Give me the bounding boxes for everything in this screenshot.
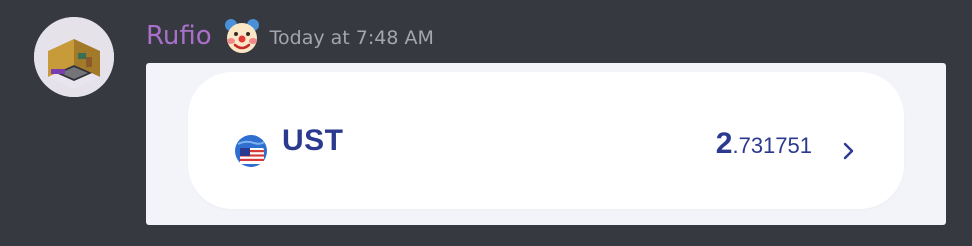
token-amount-integer: 2 [715, 127, 733, 160]
message-timestamp: Today at 7:48 AM [269, 27, 434, 49]
clown-face-icon [222, 16, 262, 56]
token-symbol: UST [282, 124, 344, 157]
message-header: Rufio Today at 7:48 AM [146, 18, 434, 54]
chevron-right-icon[interactable] [842, 142, 856, 160]
token-amount-decimal: .731751 [732, 133, 812, 158]
avatar[interactable] [34, 17, 114, 97]
isometric-room-icon [34, 17, 114, 97]
ust-flag-globe-icon [234, 134, 268, 168]
embed: UST 2.731751 [146, 63, 946, 225]
username[interactable]: Rufio [146, 21, 212, 51]
token-amount: 2.731751 [716, 127, 812, 161]
token-balance-card[interactable]: UST 2.731751 [188, 72, 904, 209]
